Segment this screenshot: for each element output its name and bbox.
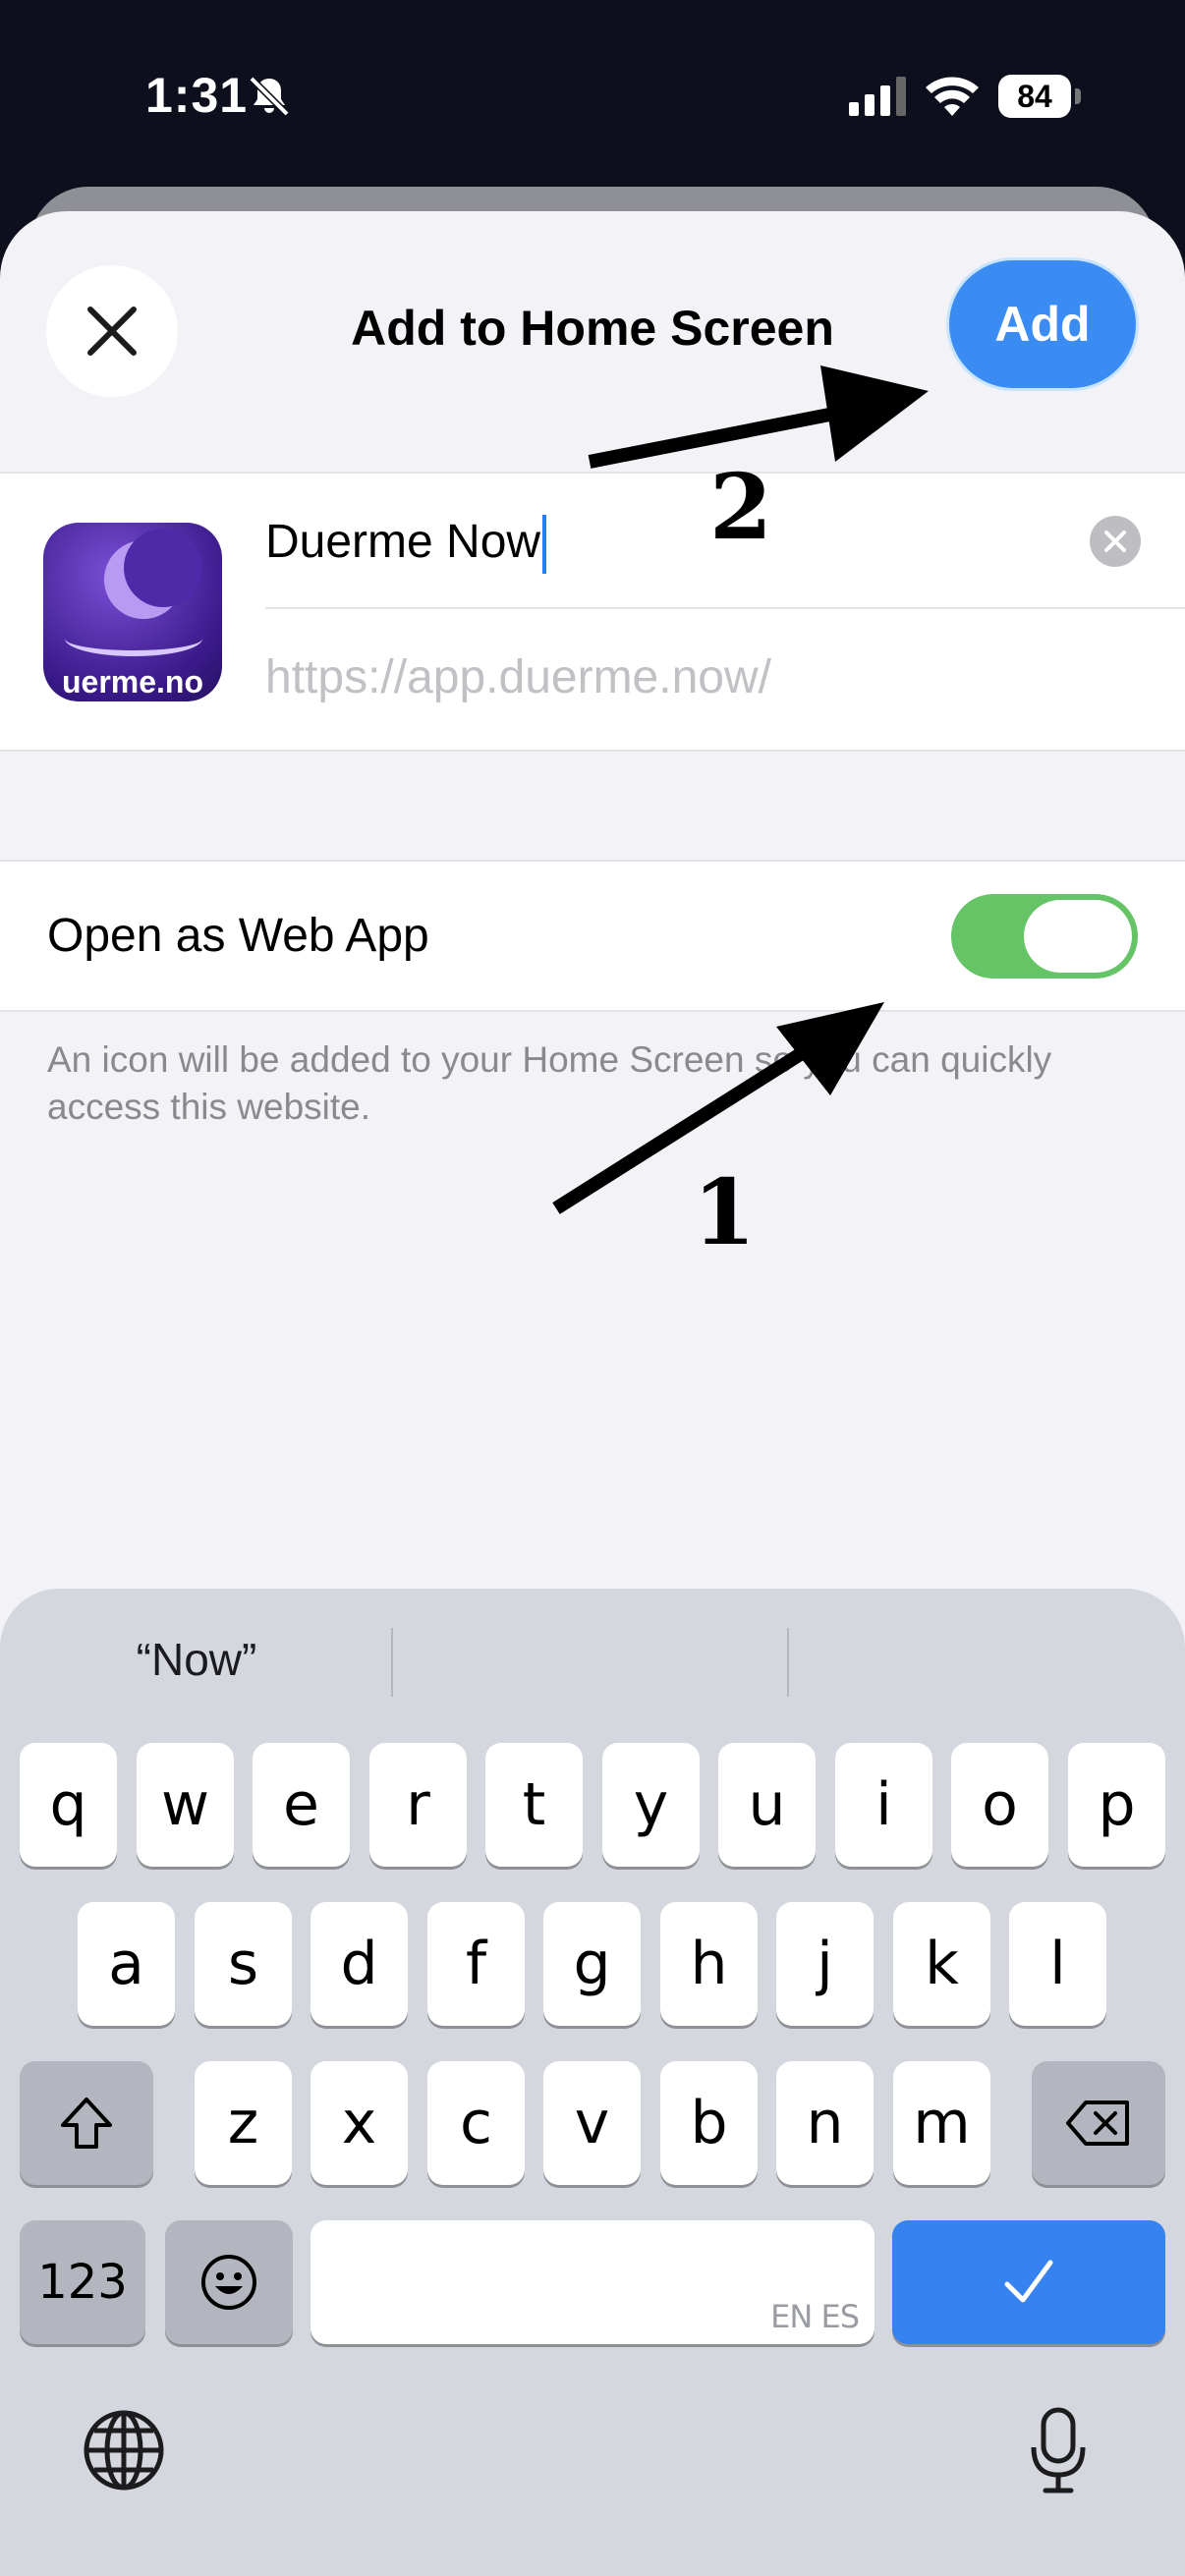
app-icon: uerme.no [43,523,222,701]
key-d[interactable]: d [310,1902,408,2026]
divider [265,607,1185,609]
key-e[interactable]: e [253,1743,350,1867]
wifi-icon [926,77,979,116]
suggestion-divider [787,1628,789,1697]
bell-slash-icon [249,76,290,117]
key-i[interactable]: i [835,1743,932,1867]
space-key[interactable]: EN ES [310,2220,875,2344]
status-time: 1:31 [145,68,249,123]
key-t[interactable]: t [485,1743,583,1867]
space-language-label: EN ES [770,2298,860,2335]
app-icon-label: uerme.no [61,664,204,700]
text-caret [542,515,547,575]
toggle-knob [1024,900,1132,973]
battery-level: 84 [1017,79,1052,114]
clear-icon [1104,531,1126,552]
checkmark-icon [1004,2260,1053,2303]
key-h[interactable]: h [660,1902,758,2026]
done-key[interactable] [892,2220,1165,2344]
url-field: https://app.duerme.now/ [265,651,771,703]
microphone-icon[interactable] [1028,2406,1089,2494]
web-app-toggle[interactable] [951,894,1138,979]
shift-icon [61,2098,112,2149]
key-p[interactable]: p [1068,1743,1165,1867]
key-c[interactable]: c [427,2061,525,2185]
name-field-value: Duerme Now [265,516,541,568]
key-v[interactable]: v [543,2061,641,2185]
bookmark-card: uerme.no Duerme Now https://app.duerme.n… [0,472,1185,752]
key-s[interactable]: s [195,1902,292,2026]
key-y[interactable]: y [602,1743,700,1867]
annotation-step-1: 1 [693,1159,757,1265]
annotation-step-2: 2 [709,454,773,560]
keyboard: “Now” q w e r t y u i o p a s d f g h j … [0,1589,1185,2576]
key-w[interactable]: w [137,1743,234,1867]
web-app-row: Open as Web App [0,860,1185,1012]
clear-text-button[interactable] [1090,516,1141,567]
key-q[interactable]: q [20,1743,117,1867]
add-button[interactable]: Add [949,260,1136,388]
key-r[interactable]: r [369,1743,467,1867]
key-g[interactable]: g [543,1902,641,2026]
globe-icon[interactable] [83,2409,165,2492]
key-x[interactable]: x [310,2061,408,2185]
name-field[interactable]: Duerme Now [265,511,1071,575]
key-k[interactable]: k [893,1902,990,2026]
key-j[interactable]: j [776,1902,874,2026]
status-bar: 1:31 84 [0,0,1185,187]
delete-icon [1066,2100,1129,2146]
shift-key[interactable] [20,2061,153,2185]
key-o[interactable]: o [951,1743,1048,1867]
emoji-key[interactable] [165,2220,293,2344]
key-a[interactable]: a [78,1902,175,2026]
numbers-key[interactable]: 123 [20,2220,145,2344]
web-app-label: Open as Web App [47,910,429,962]
key-z[interactable]: z [195,2061,292,2185]
suggestion-1[interactable]: “Now” [10,1633,383,1686]
key-n[interactable]: n [776,2061,874,2185]
web-app-note: An icon will be added to your Home Scree… [47,1039,1052,1127]
delete-key[interactable] [1032,2061,1165,2185]
key-u[interactable]: u [718,1743,816,1867]
signal-icon [849,77,906,116]
key-m[interactable]: m [893,2061,990,2185]
key-f[interactable]: f [427,1902,525,2026]
key-l[interactable]: l [1009,1902,1106,2026]
suggestion-divider [391,1628,393,1697]
emoji-icon [201,2255,256,2310]
battery-icon: 84 [998,75,1081,118]
key-b[interactable]: b [660,2061,758,2185]
